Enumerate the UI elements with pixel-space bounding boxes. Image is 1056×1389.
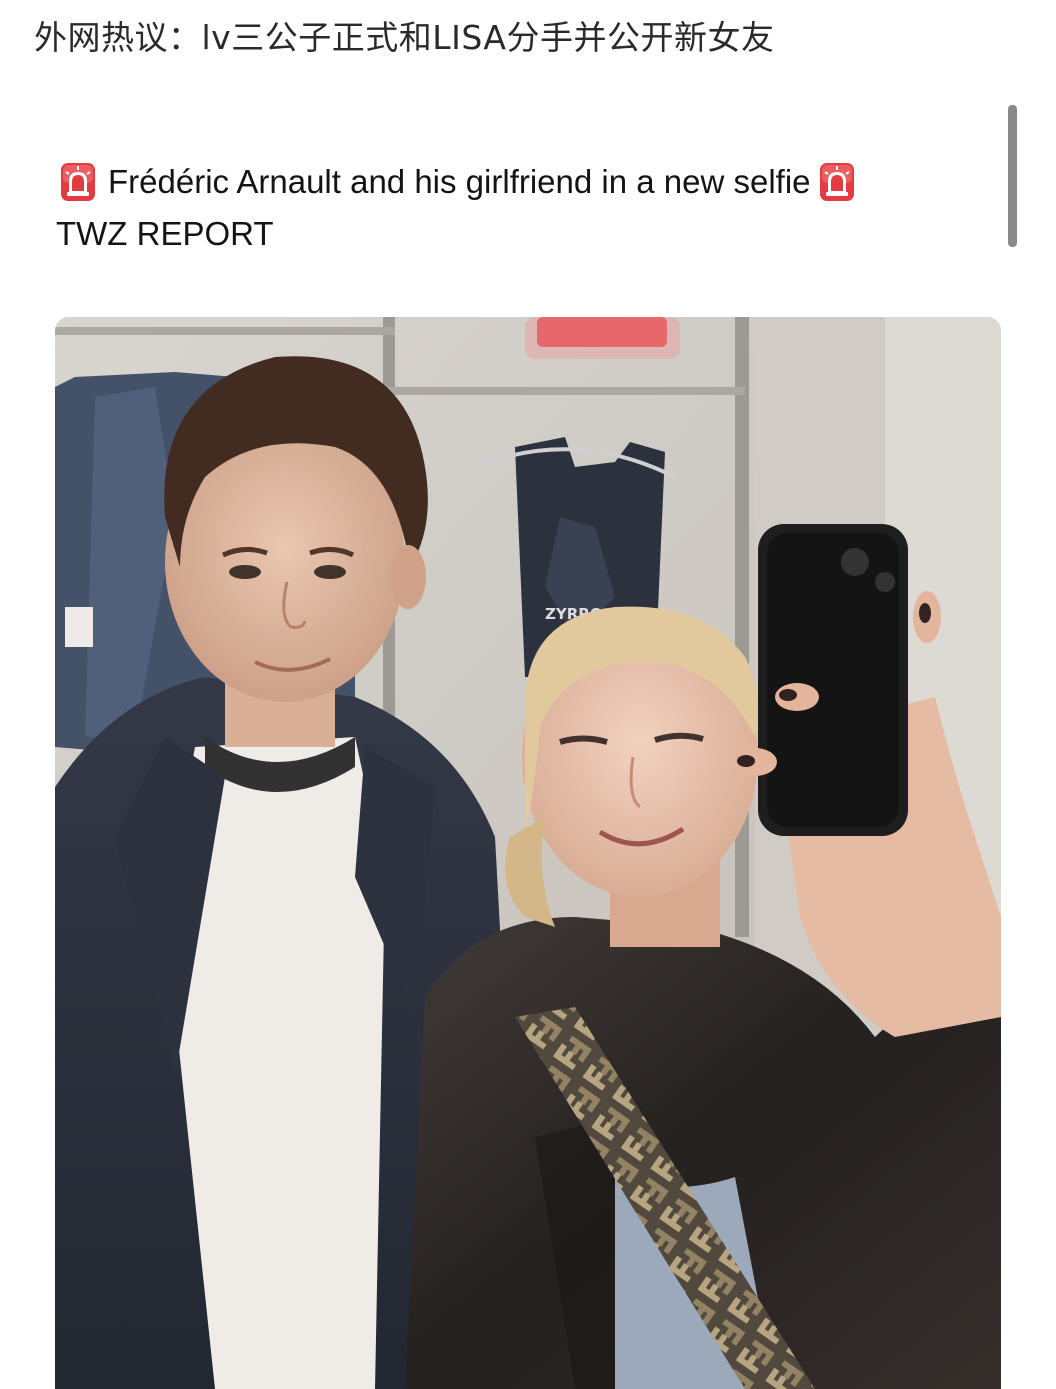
police-car-light-icon	[819, 162, 855, 202]
selfie-photo[interactable]: ZYRRO	[55, 317, 1001, 1389]
tweet-text: Frédéric Arnault and his girlfriend in a…	[108, 163, 811, 200]
police-car-light-icon	[60, 162, 96, 202]
tweet-source: TWZ REPORT	[56, 215, 274, 252]
headline: 外网热议：lv三公子正式和LISA分手并公开新女友	[34, 18, 775, 57]
tweet-text-line-1: Frédéric Arnault and his girlfriend in a…	[60, 158, 855, 206]
